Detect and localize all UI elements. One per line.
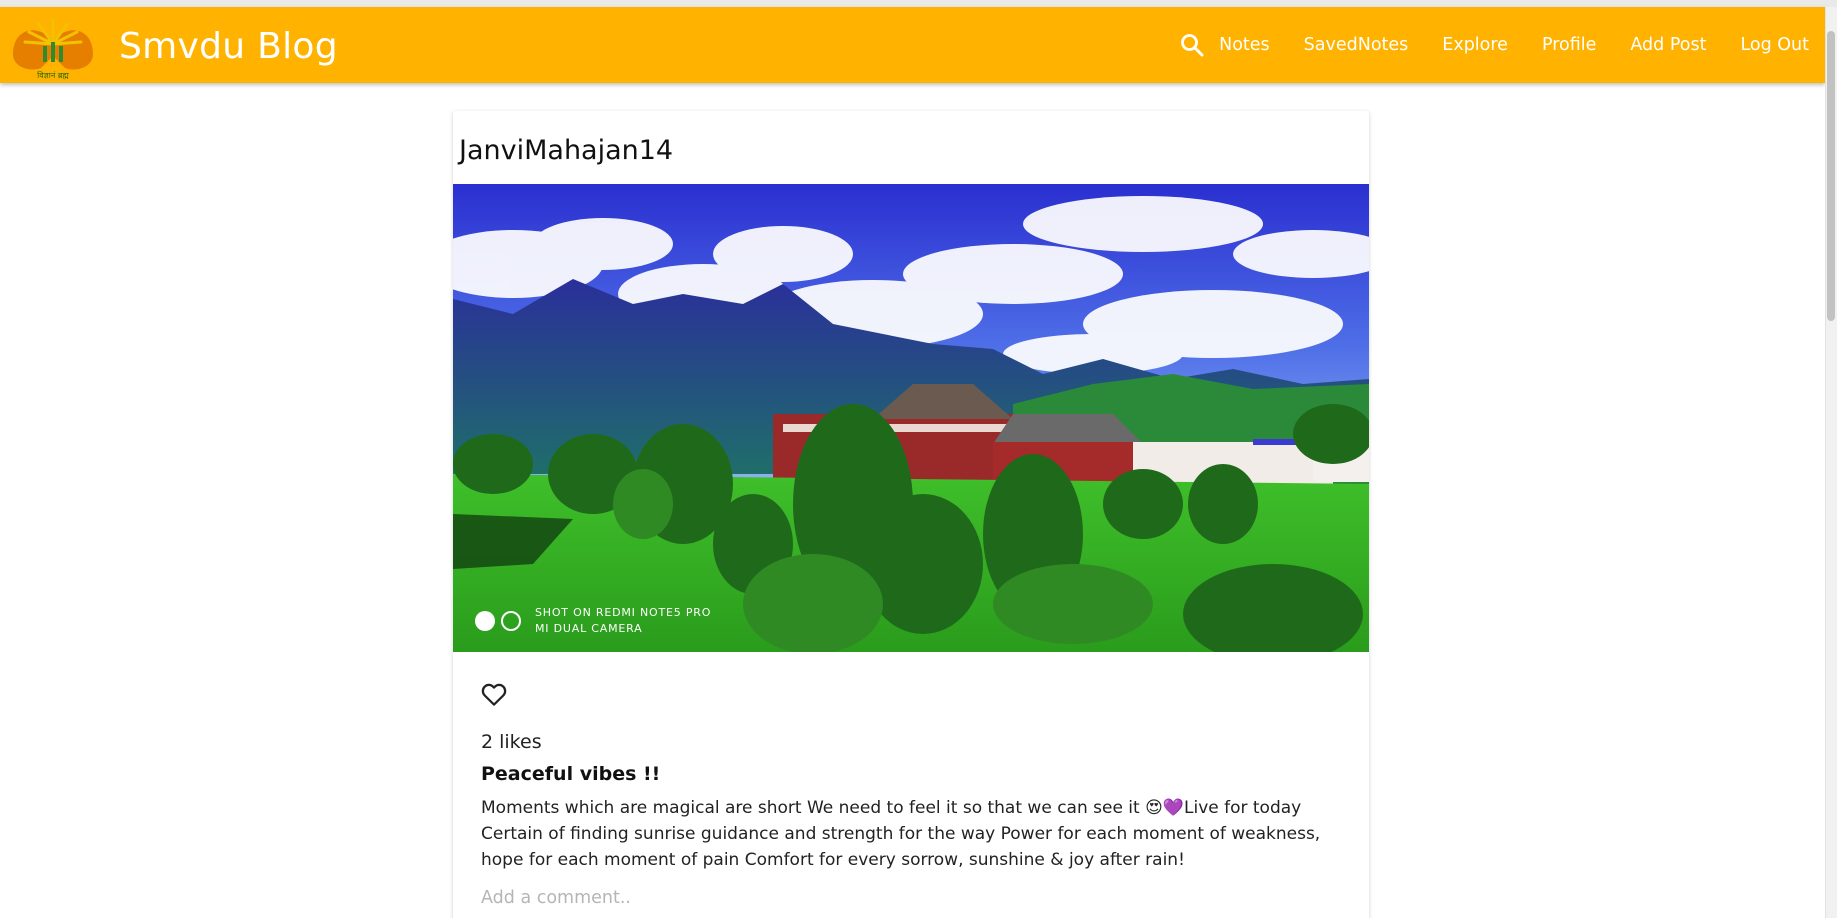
nav-link-add-post[interactable]: Add Post — [1630, 35, 1706, 55]
brand[interactable]: विज्ञानं ब्रह्म Smvdu Blog — [5, 11, 338, 81]
likes-count: 2 likes — [481, 731, 542, 753]
university-logo-icon: विज्ञानं ब्रह्म — [13, 18, 93, 80]
nav-link-saved-notes[interactable]: SavedNotes — [1304, 35, 1409, 55]
nav-link-profile[interactable]: Profile — [1542, 35, 1596, 55]
post-image: SHOT ON REDMI NOTE5 PRO MI DUAL CAMERA — [453, 184, 1369, 652]
image-watermark-line1: SHOT ON REDMI NOTE5 PRO — [535, 606, 711, 619]
page-scrollbar[interactable] — [1825, 7, 1837, 918]
logo-caption: विज्ञानं ब्रह्म — [37, 70, 69, 80]
post-title: Peaceful vibes !! — [481, 763, 661, 785]
navbar: विज्ञानं ब्रह्म Smvdu Blog Notes SavedNo… — [0, 7, 1825, 83]
brand-title[interactable]: Smvdu Blog — [119, 26, 338, 67]
browser-top-strip — [0, 0, 1837, 7]
image-watermark-line2: MI DUAL CAMERA — [535, 622, 642, 635]
nav-link-explore[interactable]: Explore — [1442, 35, 1508, 55]
post-body: Moments which are magical are short We n… — [481, 798, 1321, 870]
search-button[interactable] — [1177, 30, 1207, 60]
post-username[interactable]: JanviMahajan14 — [459, 135, 673, 166]
post-card: JanviMahajan14 SHOT ON REDMI NOTE5 PRO M… — [453, 111, 1369, 918]
nav-links: Notes SavedNotes Explore Profile Add Pos… — [1177, 7, 1825, 83]
scrollbar-thumb[interactable] — [1827, 31, 1835, 321]
nav-link-notes[interactable]: Notes — [1219, 35, 1270, 55]
nav-link-log-out[interactable]: Log Out — [1740, 35, 1809, 55]
like-button[interactable] — [479, 679, 509, 709]
camera-dot-icon — [475, 611, 495, 631]
search-icon — [1181, 34, 1204, 57]
comment-input[interactable] — [481, 883, 1341, 913]
heart-outline-icon — [481, 683, 507, 706]
